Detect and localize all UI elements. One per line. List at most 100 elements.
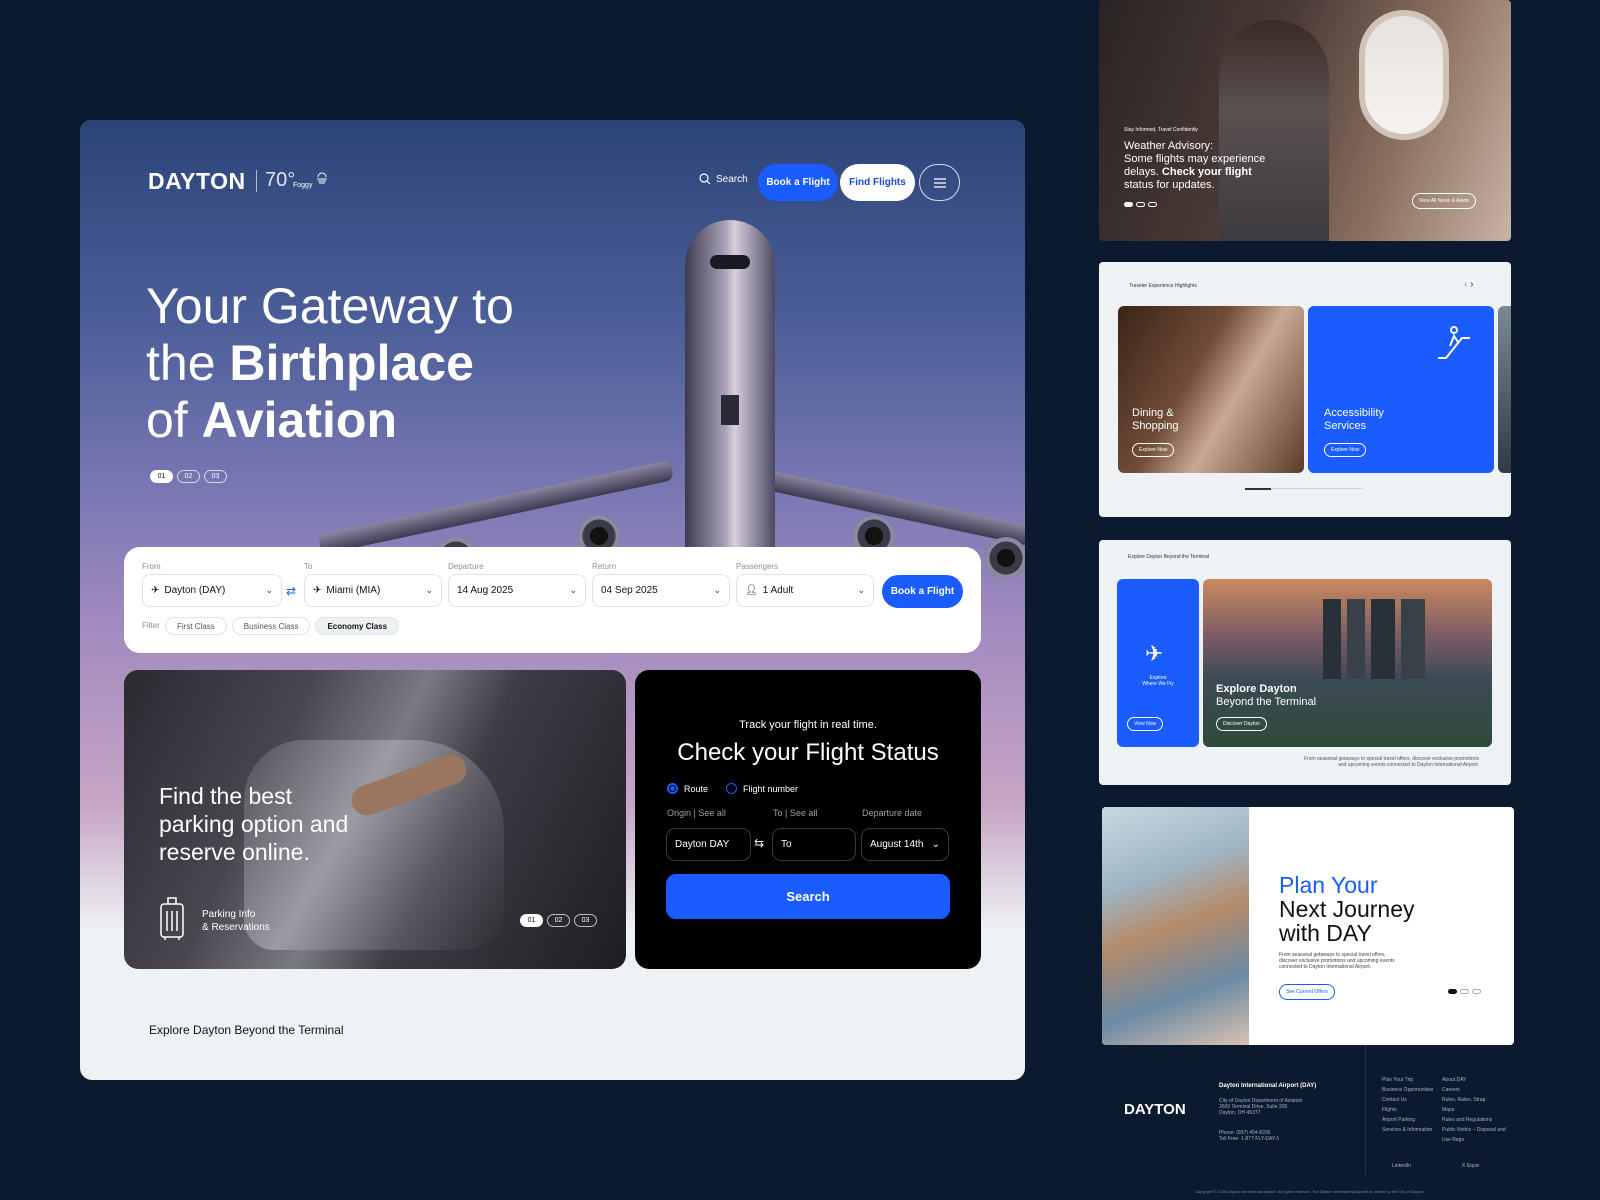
flight-status-card: Track your flight in real time. Check yo… bbox=[635, 670, 981, 969]
filter-label: Filter bbox=[142, 621, 160, 630]
hero-slide-3[interactable]: 03 bbox=[204, 470, 227, 483]
to-input[interactable]: To bbox=[772, 828, 856, 861]
hero-slider-dots: 01 02 03 bbox=[150, 470, 227, 483]
book-flight-submit[interactable]: Book a Flight bbox=[882, 575, 963, 608]
status-title: Check your Flight Status bbox=[677, 739, 939, 766]
footer: DAYTON Dayton International Airport (DAY… bbox=[1102, 1045, 1514, 1200]
chevron-down-icon: ⌄ bbox=[713, 585, 721, 595]
weather-label: Foggy bbox=[293, 182, 313, 189]
hero-slide-2[interactable]: 02 bbox=[177, 470, 200, 483]
fog-icon bbox=[317, 172, 327, 184]
where-we-fly-card[interactable]: ✈ Explore Where We Fly View Now bbox=[1117, 579, 1199, 747]
origin-input[interactable]: Dayton DAY bbox=[666, 828, 751, 861]
date-select[interactable]: August 14th ⌄ bbox=[861, 828, 949, 861]
filter-business-class[interactable]: Business Class bbox=[231, 617, 311, 635]
search-label: Search bbox=[716, 173, 748, 185]
return-label: Return bbox=[592, 562, 617, 571]
parking-headline: Find the best parking option and reserve… bbox=[159, 783, 349, 865]
header-search[interactable]: Search bbox=[699, 173, 748, 185]
explore-heading: Explore Dayton Beyond the Terminal bbox=[149, 1023, 344, 1037]
parking-slide-3[interactable]: 03 bbox=[574, 914, 597, 927]
filter-first-class[interactable]: First Class bbox=[165, 617, 227, 635]
passenger-photo bbox=[1219, 20, 1329, 241]
radio-route[interactable]: Route bbox=[667, 783, 708, 794]
dayton-skyline-card[interactable]: Explore Dayton Beyond the Terminal Disco… bbox=[1203, 579, 1492, 747]
hero-title: Your Gateway to the Birthplace of Aviati… bbox=[146, 278, 514, 449]
parking-link[interactable]: Parking Info & Reservations bbox=[202, 908, 270, 934]
parking-slide-1[interactable]: 01 bbox=[520, 914, 543, 927]
radio-flight-number[interactable]: Flight number bbox=[726, 783, 798, 794]
advisory-text: Weather Advisory: Some flights may exper… bbox=[1124, 140, 1266, 191]
search-icon bbox=[699, 173, 711, 185]
hero-title-line1: Your Gateway to bbox=[146, 278, 514, 334]
from-label: From bbox=[142, 562, 161, 571]
footer-logo[interactable]: DAYTON bbox=[1124, 1101, 1186, 1118]
hero-slide-1[interactable]: 01 bbox=[150, 470, 173, 483]
journey-copy: From seasonal getaways to special travel… bbox=[1279, 952, 1395, 970]
parking-card[interactable]: Find the best parking option and reserve… bbox=[124, 670, 626, 969]
plane-landing-icon: ✈ bbox=[313, 585, 322, 596]
return-select[interactable]: 04 Sep 2025 ⌄ bbox=[592, 574, 730, 607]
person-icon: 👤︎ bbox=[745, 585, 758, 596]
accessibility-title: Accessibility Services bbox=[1324, 407, 1384, 432]
plane-icon: ✈ bbox=[1145, 641, 1164, 666]
dining-card[interactable]: Dining & Shopping Explore Now bbox=[1118, 306, 1304, 473]
dining-explore-button[interactable]: Explore Now bbox=[1132, 443, 1175, 457]
booking-widget: From ✈ Dayton (DAY) ⌄ ⇄ To ✈ Miami (MIA)… bbox=[124, 547, 981, 653]
footer-address: City of Dayton Department of Aviation 36… bbox=[1219, 1098, 1303, 1116]
footer-copyright: Copyright © 2025 Dayton International Ai… bbox=[1195, 1189, 1425, 1194]
filter-economy-class[interactable]: Economy Class bbox=[315, 617, 400, 635]
airplane-window bbox=[1359, 10, 1449, 140]
site-logo[interactable]: DAYTON bbox=[148, 168, 246, 195]
to-select[interactable]: ✈ Miami (MIA) ⌄ bbox=[304, 574, 442, 607]
journey-panel: Plan Your Next Journey with DAY From sea… bbox=[1102, 807, 1514, 1045]
accessibility-card[interactable]: Accessibility Services Explore Now bbox=[1308, 306, 1494, 473]
status-search-button[interactable]: Search bbox=[666, 874, 950, 919]
carousel-arrows[interactable]: ‹ › bbox=[1464, 279, 1473, 290]
hamburger-icon bbox=[933, 177, 946, 188]
explore-panel-caption: From seasonal getaways to special travel… bbox=[1304, 756, 1479, 768]
accessibility-explore-button[interactable]: Explore Now bbox=[1324, 443, 1367, 457]
highlights-panel: Traveler Experience Highlights ‹ › Dinin… bbox=[1099, 262, 1511, 517]
temperature: 70° bbox=[265, 169, 296, 191]
date-label: Departure date bbox=[862, 808, 923, 818]
passengers-select[interactable]: 👤︎ 1 Adult ⌄ bbox=[736, 574, 874, 607]
chevron-down-icon: ⌄ bbox=[425, 585, 433, 595]
travelers-photo bbox=[1102, 807, 1249, 1045]
radio-checked-icon bbox=[667, 783, 678, 794]
see-current-offers-button[interactable]: See Current Offers bbox=[1279, 984, 1335, 1000]
status-kicker: Track your flight in real time. bbox=[739, 719, 877, 731]
discover-dayton-button[interactable]: Discover Dayton bbox=[1216, 717, 1267, 731]
linkedin-link[interactable]: LinkedIn bbox=[1392, 1163, 1411, 1169]
escalator-icon bbox=[1438, 326, 1470, 359]
origin-label: Origin | See all bbox=[667, 808, 726, 818]
parking-slide-2[interactable]: 02 bbox=[547, 914, 570, 927]
x-link[interactable]: X Equix bbox=[1462, 1163, 1479, 1169]
footer-phones: Phone: (937) 454-8200 Toll Free: 1-877-F… bbox=[1219, 1130, 1280, 1142]
footer-org: Dayton International Airport (DAY) bbox=[1219, 1083, 1317, 1089]
luggage-icon bbox=[160, 897, 184, 940]
homepage-mockup: DAYTON 70° Foggy Search Book a Flight Fi… bbox=[80, 120, 1025, 1080]
view-now-button[interactable]: View Now bbox=[1127, 717, 1164, 731]
departure-label: Departure bbox=[448, 562, 484, 571]
menu-button[interactable] bbox=[919, 164, 960, 201]
book-flight-button[interactable]: Book a Flight bbox=[758, 164, 838, 201]
swap-icon[interactable]: ⇆ bbox=[754, 836, 764, 850]
advisory-kicker: Stay Informed, Travel Confidently bbox=[1124, 127, 1198, 133]
from-select[interactable]: ✈ Dayton (DAY) ⌄ bbox=[142, 574, 282, 607]
to-label: To bbox=[304, 562, 313, 571]
swap-icon[interactable]: ⇄ bbox=[286, 584, 296, 598]
chevron-down-icon: ⌄ bbox=[857, 585, 865, 595]
filter-pills: First Class Business Class Economy Class bbox=[165, 617, 400, 635]
footer-links-col1: Plan Your Trip Business Opportunities Co… bbox=[1382, 1077, 1434, 1133]
carousel-progress bbox=[1245, 488, 1363, 490]
find-flights-button[interactable]: Find Flights bbox=[840, 164, 915, 201]
next-card-peek bbox=[1498, 306, 1511, 473]
view-all-news-button[interactable]: View All News & Alerts bbox=[1412, 193, 1476, 209]
explore-panel: Explore Dayton Beyond the Terminal ✈ Exp… bbox=[1099, 540, 1511, 785]
to-label: To | See all bbox=[773, 808, 818, 818]
explore-panel-title: Explore Dayton Beyond the Terminal bbox=[1128, 554, 1210, 560]
departure-select[interactable]: 14 Aug 2025 ⌄ bbox=[448, 574, 586, 607]
where-we-fly-label: Explore Where We Fly bbox=[1142, 675, 1174, 687]
hero-title-line2: the Birthplace bbox=[146, 335, 474, 391]
